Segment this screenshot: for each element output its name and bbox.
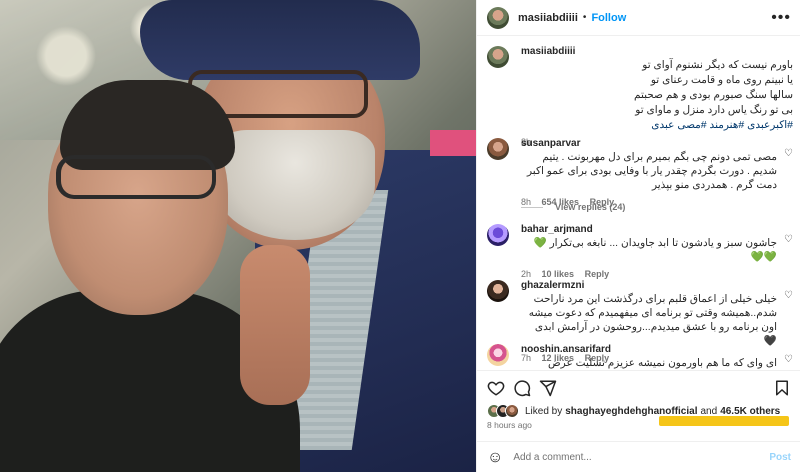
comment-username[interactable]: bahar_arjmand: [521, 224, 777, 235]
view-replies-label: View replies (24): [555, 202, 626, 212]
caption-hashtags[interactable]: #اکبرعبدی #هنرمند #مصی عبدی: [521, 118, 793, 132]
caption-line: بی تو رنگ یاس دارد منزل و ماوای تو: [635, 104, 793, 116]
avatar[interactable]: [487, 224, 509, 246]
watermark-strip: [659, 416, 789, 426]
caption-line: سالها سنگ صبورم بودی و هم صحبتم: [633, 89, 793, 101]
avatar[interactable]: [487, 280, 509, 302]
comment-icon[interactable]: [513, 379, 531, 397]
comment-input[interactable]: [513, 452, 734, 463]
divider: [521, 206, 543, 208]
heart-icon[interactable]: [487, 379, 505, 397]
action-icons: [487, 379, 793, 401]
likes-and: and: [700, 405, 718, 417]
bookmark-icon[interactable]: [773, 379, 791, 397]
post-header: masiiabdiiii • Follow •••: [477, 0, 800, 36]
avatar[interactable]: [487, 46, 509, 68]
avatar[interactable]: [487, 6, 509, 29]
comment-item: ghazalermzni خیلی خیلی از اعماق قلبم برا…: [487, 280, 793, 363]
avatar: [505, 404, 519, 418]
post-actions: Liked by shaghayeghdehghanofficial and 4…: [477, 370, 800, 472]
share-icon[interactable]: [539, 379, 557, 397]
comments-list[interactable]: masiiabdiiii باورم نیست که دیگر نشنوم آو…: [477, 36, 800, 370]
comment-text: ای وای که ما هم باورمون نمیشه عزیزم تسلی…: [547, 357, 777, 369]
caption-username[interactable]: masiiabdiiii: [521, 46, 793, 57]
post-photo: [0, 0, 476, 472]
comment-time: 2h: [521, 269, 532, 279]
jacket-pink-trim: [430, 130, 476, 156]
follow-button[interactable]: Follow: [591, 12, 626, 24]
caption-line: یا نبینم روی ماه و قامت رعنای تو: [650, 74, 793, 86]
liker-username[interactable]: shaghayeghdehghanofficial: [565, 406, 697, 417]
man-cap: [140, 0, 420, 80]
comment-text: جاشون سبز و یادشون تا ابد جاویدان ... نا…: [533, 237, 777, 263]
likes-count[interactable]: 46.5K others: [720, 406, 780, 417]
header-username[interactable]: masiiabdiiii: [518, 12, 578, 24]
comment-likes[interactable]: 10 likes: [542, 269, 575, 279]
separator-dot: •: [582, 12, 587, 23]
heart-icon[interactable]: ♡: [784, 148, 793, 159]
comment-item: bahar_arjmand جاشون سبز و یادشون تا ابد …: [487, 224, 793, 279]
post-side-panel: masiiabdiiii • Follow ••• masiiabdiiii ب…: [476, 0, 800, 472]
add-comment-bar: ☺ Post: [477, 441, 800, 472]
heart-icon[interactable]: ♡: [784, 354, 793, 365]
emoji-icon[interactable]: ☺: [487, 449, 503, 467]
likes-prefix: Liked by: [525, 405, 563, 417]
caption: masiiabdiiii باورم نیست که دیگر نشنوم آو…: [487, 46, 793, 147]
comment-username[interactable]: susanparvar: [521, 138, 777, 149]
post-time: 8 hours ago: [487, 420, 532, 430]
man-beard: [215, 130, 375, 240]
comment-text: خیلی خیلی از اعماق قلبم برای درگذشت این …: [528, 293, 777, 347]
heart-icon[interactable]: ♡: [784, 290, 793, 301]
woman-glasses: [56, 155, 216, 199]
liker-avatars: [487, 404, 519, 418]
heart-icon[interactable]: ♡: [784, 234, 793, 245]
comment-item: susanparvar مصی تمی دونم چی بگم بمیرم بر…: [487, 138, 793, 207]
more-horizontal-icon[interactable]: •••: [771, 9, 791, 27]
comment-item: nooshin.ansarifard ای وای که ما هم باورم…: [487, 344, 793, 370]
comment-username[interactable]: ghazalermzni: [521, 280, 777, 291]
comment-text: مصی تمی دونم چی بگم بمیرم برای دل مهربون…: [526, 151, 777, 191]
avatar[interactable]: [487, 138, 509, 160]
caption-line: باورم نیست که دیگر نشنوم آوای تو: [642, 59, 793, 71]
comment-username[interactable]: nooshin.ansarifard: [521, 344, 777, 355]
reply-button[interactable]: Reply: [585, 269, 610, 279]
avatar[interactable]: [487, 344, 509, 366]
view-replies-button[interactable]: View replies (24): [521, 202, 625, 212]
post-button[interactable]: Post: [769, 452, 791, 463]
hand-on-shoulder: [240, 245, 310, 405]
